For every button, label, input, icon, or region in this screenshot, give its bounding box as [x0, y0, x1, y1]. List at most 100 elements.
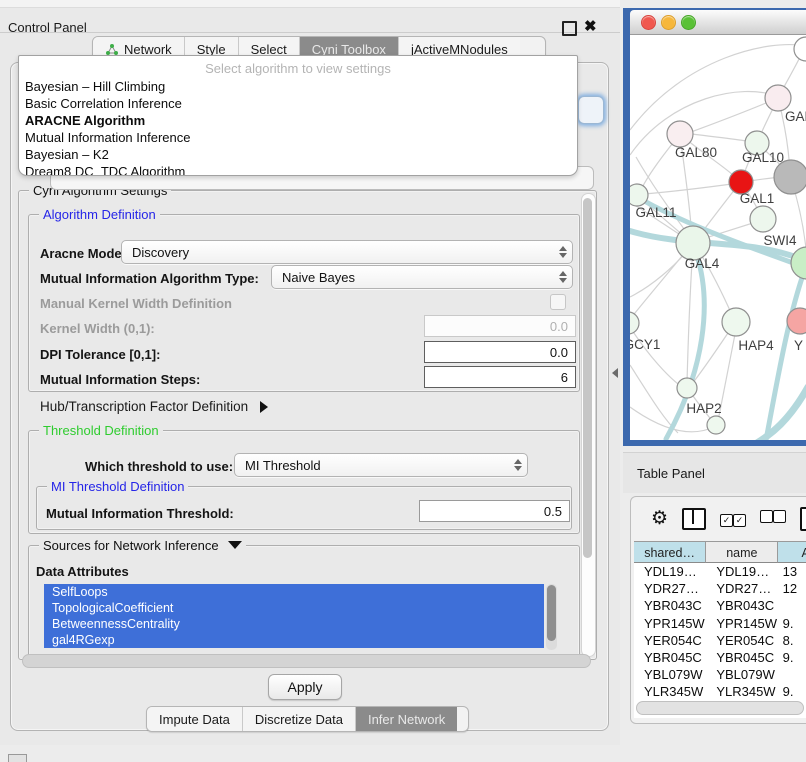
network-node-gal[interactable]: [765, 85, 791, 111]
table-cell: YBL079W: [706, 667, 778, 682]
table-cell: YBR045C: [634, 650, 706, 665]
table-column-header[interactable]: name: [706, 541, 778, 563]
algorithm-option[interactable]: Basic Correlation Inference: [19, 95, 577, 112]
tab-infer-network[interactable]: Infer Network: [356, 707, 457, 731]
tab-discretize-data[interactable]: Discretize Data: [243, 707, 356, 731]
mi-threshold-field[interactable]: 0.5: [419, 500, 570, 522]
deselect-all-checkboxes-icon[interactable]: [760, 510, 786, 528]
network-node-hap2[interactable]: [677, 378, 697, 398]
algorithm-option[interactable]: Dream8 DC_TDC Algorithm: [19, 163, 577, 176]
tab-impute-data[interactable]: Impute Data: [147, 707, 243, 731]
attributes-scrollbar-thumb[interactable]: [547, 585, 556, 641]
network-node-gal4[interactable]: [676, 226, 710, 260]
table-body: YDL19…YDL19…13YDR27…YDR27…12YBR043CYBR04…: [634, 563, 806, 718]
table-cell: YER054C: [706, 633, 778, 648]
mi-type-label: Mutual Information Algorithm Type:: [40, 271, 259, 286]
table-panel-box: ⚙ ✓✓ shared…nameA YDL19…YDL19…13YDR27…YD…: [630, 496, 806, 724]
hub-definition-toggle[interactable]: Hub/Transcription Factor Definition: [40, 399, 268, 414]
algorithm-option[interactable]: Mutual Information Inference: [19, 129, 577, 146]
network-canvas[interactable]: GALGAL80GAL10GAL1GAL11SWI4GAL4GCY1HAP4YH…: [630, 35, 806, 440]
mi-threshold-label: Mutual Information Threshold:: [46, 506, 234, 521]
close-icon[interactable]: ✖: [584, 17, 597, 35]
manual-kernel-checkbox[interactable]: [550, 294, 566, 310]
kernel-width-field[interactable]: 0.0: [424, 315, 576, 337]
table-cell: YLR345W: [706, 684, 778, 699]
which-threshold-combobox[interactable]: MI Threshold: [234, 453, 528, 477]
page-icon[interactable]: [800, 507, 806, 531]
network-edge[interactable]: [691, 98, 778, 132]
table-column-header[interactable]: A: [778, 541, 806, 563]
float-window-icon[interactable]: [562, 21, 577, 36]
network-node[interactable]: [774, 160, 806, 194]
algorithm-combobox-fragment[interactable]: [578, 96, 604, 124]
table-row[interactable]: YPR145WYPR145W9.: [634, 615, 806, 632]
zoom-traffic-light-icon[interactable]: [681, 15, 696, 30]
aracne-mode-combobox[interactable]: Discovery: [121, 240, 573, 264]
table-row[interactable]: YDR27…YDR27…12: [634, 580, 806, 597]
table-row[interactable]: YDL19…YDL19…13: [634, 563, 806, 580]
network-window-titlebar[interactable]: [630, 10, 806, 35]
dpi-tolerance-value: 0.0: [550, 345, 568, 360]
network-edge-thick[interactable]: [750, 387, 806, 440]
table-header-row: shared…nameA: [634, 541, 806, 563]
table-cell: 13: [779, 564, 806, 579]
algorithm-option[interactable]: ARACNE Algorithm: [19, 112, 577, 129]
table-cell: YBR045C: [706, 650, 778, 665]
network-node-hap4[interactable]: [722, 308, 750, 336]
dpi-tolerance-field[interactable]: 0.0: [424, 341, 576, 363]
bottom-tabbar: Impute Data Discretize Data Infer Network: [146, 706, 469, 732]
kernel-width-value: 0.0: [550, 319, 568, 334]
select-all-checkboxes-icon[interactable]: ✓✓: [720, 510, 746, 528]
attributes-scrollbar-track[interactable]: [546, 584, 557, 650]
algorithm-option[interactable]: Bayesian – K2: [19, 146, 577, 163]
attribute-list-item[interactable]: TopologicalCoefficient: [44, 600, 544, 616]
settings-hscrollbar-thumb[interactable]: [22, 654, 591, 668]
manual-kernel-label: Manual Kernel Width Definition: [40, 296, 232, 311]
network-node[interactable]: [794, 37, 806, 61]
network-node-gal80[interactable]: [667, 121, 693, 147]
network-node-swi4[interactable]: [791, 247, 806, 279]
minimize-traffic-light-icon[interactable]: [661, 15, 676, 30]
network-node-label: GAL4: [685, 256, 720, 271]
mi-steps-field[interactable]: 6: [424, 366, 576, 388]
table-row[interactable]: YBR043CYBR043C: [634, 597, 806, 614]
table-column-header[interactable]: shared…: [634, 541, 706, 563]
table-hscrollbar[interactable]: [636, 701, 804, 715]
apply-button[interactable]: Apply: [268, 674, 342, 700]
close-traffic-light-icon[interactable]: [641, 15, 656, 30]
algorithm-definition-title: Algorithm Definition: [39, 207, 160, 222]
gear-icon[interactable]: ⚙: [651, 509, 668, 529]
aracne-mode-label: Aracne Mode:: [40, 246, 126, 261]
bottom-left-partial-icon[interactable]: [8, 754, 27, 762]
network-node-gal11[interactable]: [630, 184, 648, 206]
table-row[interactable]: YBR045CYBR045C9.: [634, 649, 806, 666]
network-edge[interactable]: [692, 134, 746, 141]
network-graph[interactable]: GALGAL80GAL10GAL1GAL11SWI4GAL4GCY1HAP4YH…: [630, 35, 806, 440]
table-cell: 9.: [779, 616, 806, 631]
sources-group-title[interactable]: Sources for Network Inference: [39, 538, 246, 553]
columns-icon[interactable]: [682, 508, 706, 530]
table-cell: YBR043C: [634, 598, 706, 613]
table-row[interactable]: YLR345WYLR345W9.: [634, 683, 806, 700]
network-node-gcy1[interactable]: [630, 312, 639, 334]
table-row[interactable]: YER054CYER054C8.: [634, 632, 806, 649]
network-node-label: HAP4: [738, 338, 774, 353]
algorithm-option[interactable]: Bayesian – Hill Climbing: [19, 78, 577, 95]
settings-scrollbar-thumb[interactable]: [583, 198, 592, 558]
settings-scrollbar-track[interactable]: [581, 193, 596, 657]
algorithm-dropdown-placeholder: Select algorithm to view settings: [19, 56, 577, 78]
network-node-gal1[interactable]: [750, 206, 776, 232]
mi-type-combobox[interactable]: Naive Bayes: [271, 265, 573, 289]
table-row[interactable]: YBL079WYBL079W: [634, 666, 806, 683]
threshold-definition-title: Threshold Definition: [39, 423, 163, 438]
attribute-list-item[interactable]: BetweennessCentrality: [44, 616, 544, 632]
network-node-label: GAL80: [675, 145, 717, 160]
tab-label: Discretize Data: [255, 712, 343, 727]
which-threshold-value: MI Threshold: [235, 458, 509, 473]
network-edge[interactable]: [630, 365, 678, 433]
top-strip: [0, 0, 620, 8]
panel-collapse-arrow-icon[interactable]: [612, 368, 618, 378]
attribute-list-item[interactable]: SelfLoops: [44, 584, 544, 600]
attribute-list-item[interactable]: gal4RGexp: [44, 632, 544, 648]
network-node[interactable]: [707, 416, 725, 434]
